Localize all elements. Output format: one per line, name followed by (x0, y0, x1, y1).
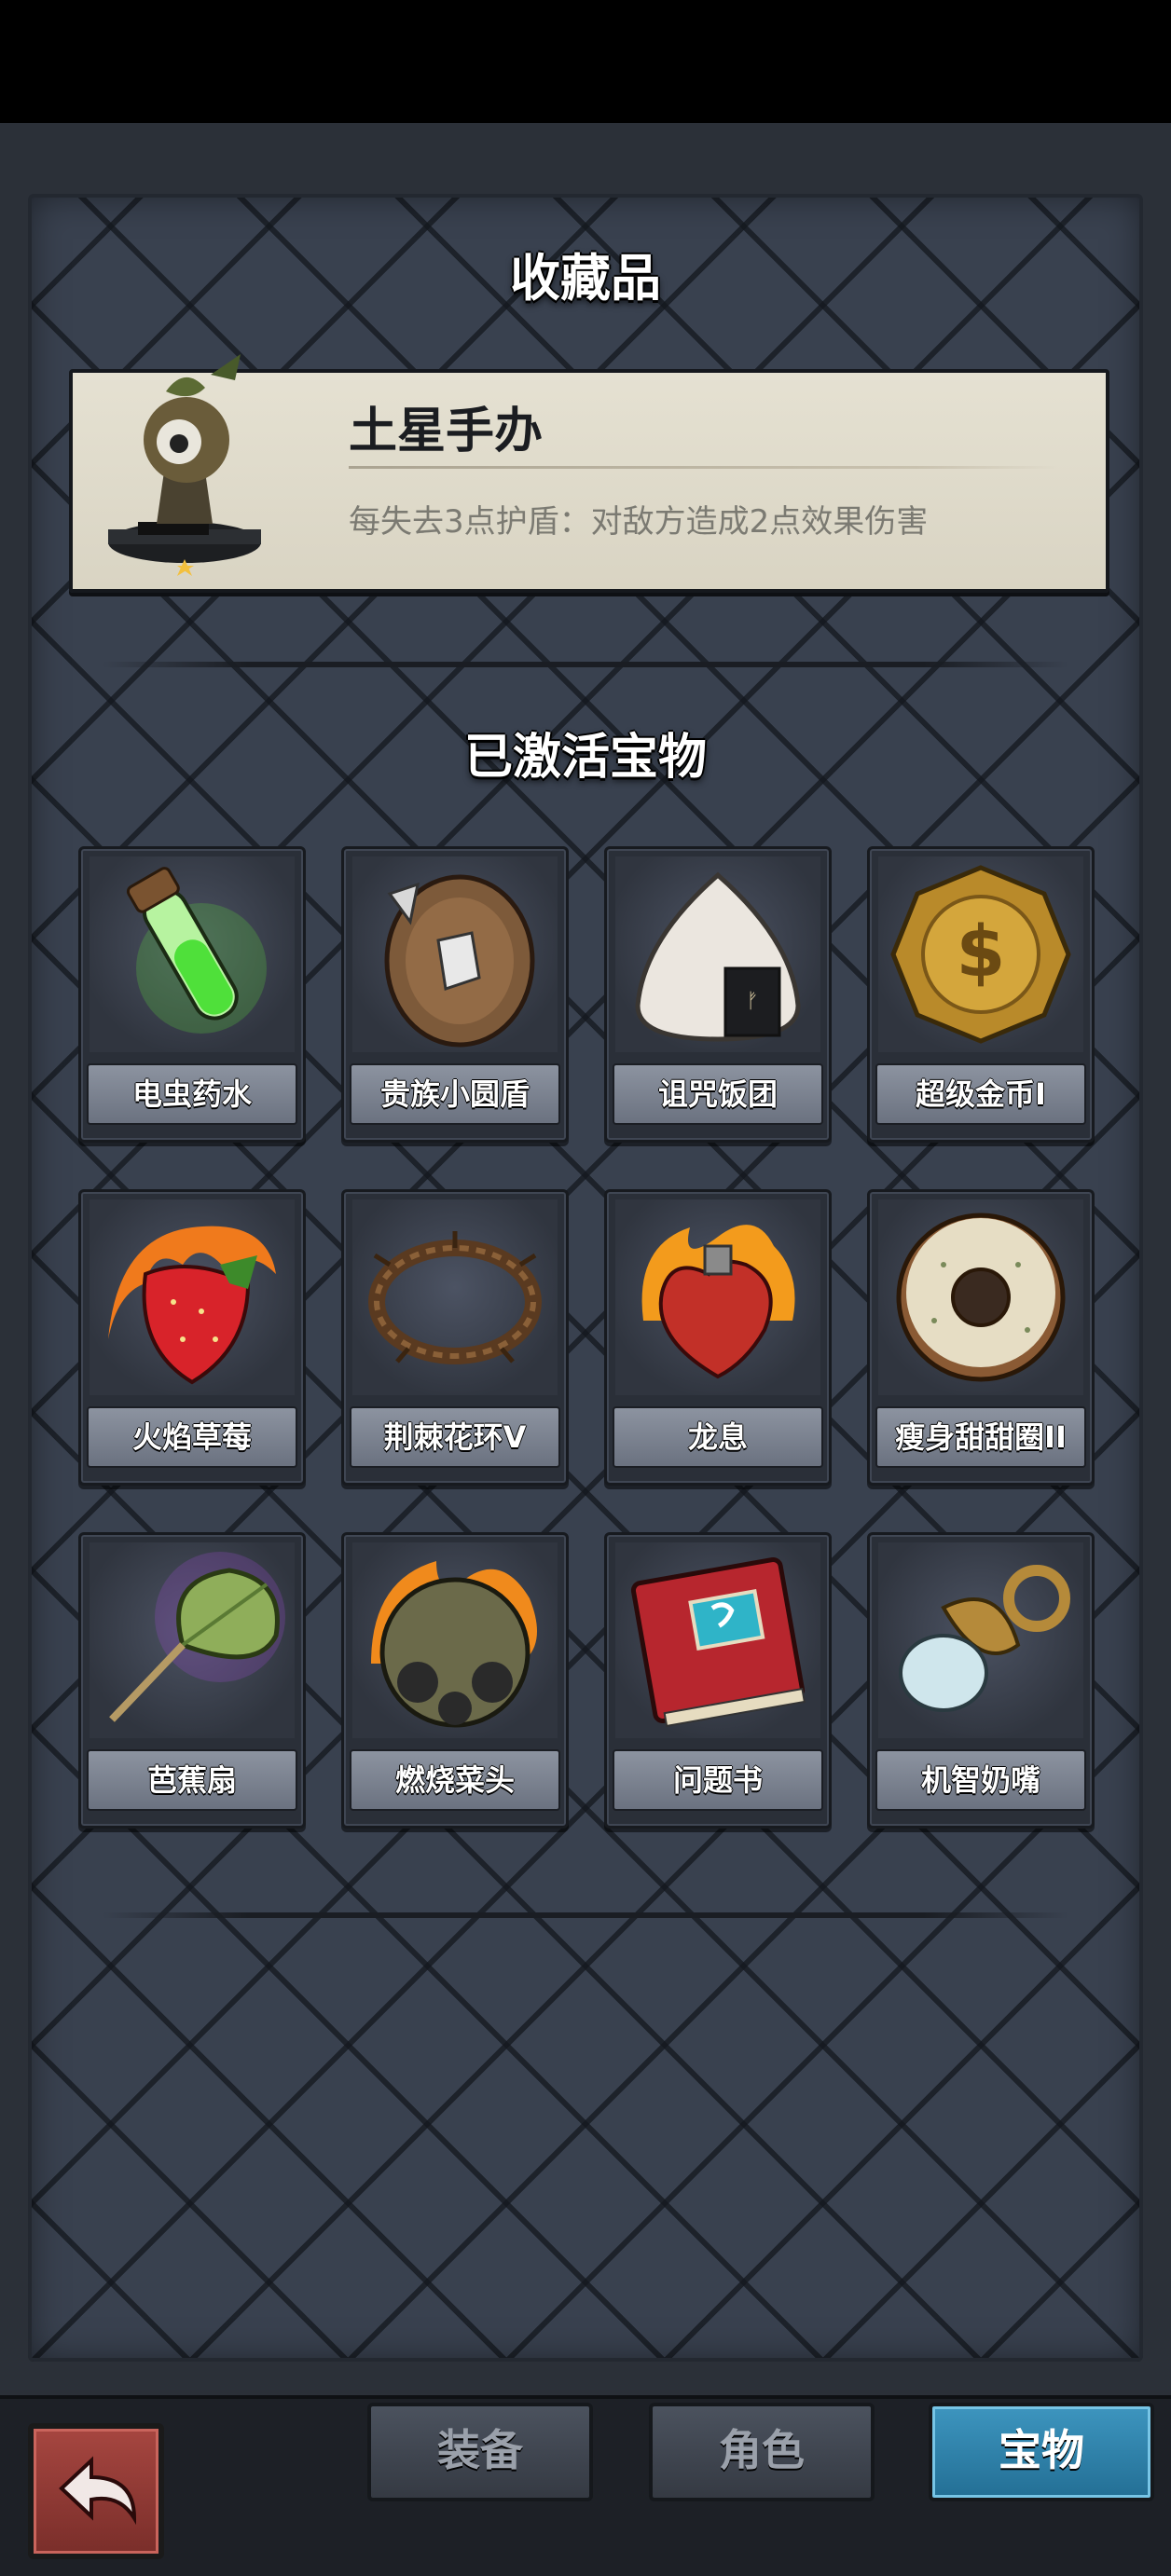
collectible-description: 每失去3点护盾：对敌方造成2点效果伤害 (349, 503, 929, 541)
saturn-figurine-icon (101, 347, 269, 589)
gold-coin-icon: $ (878, 856, 1083, 1052)
burning-heart-icon (615, 1199, 820, 1395)
treasure-label: 燃烧菜头 (350, 1749, 560, 1811)
treasure-item[interactable]: 问题书 (604, 1532, 832, 1829)
bottom-navigation: 装备 角色 宝物 (0, 2395, 1171, 2576)
pacifier-icon (878, 1542, 1083, 1738)
donut-icon (878, 1199, 1083, 1395)
treasure-item[interactable]: 机智奶嘴 (867, 1532, 1095, 1829)
round-shield-icon (352, 856, 558, 1052)
treasure-label: 瘦身甜甜圈II (875, 1406, 1086, 1468)
treasure-label: 龙息 (613, 1406, 823, 1468)
treasure-label: 问题书 (613, 1749, 823, 1811)
treasure-item[interactable]: $ 超级金币I (867, 846, 1095, 1143)
burning-bomb-icon (352, 1542, 558, 1738)
potion-icon (90, 856, 295, 1052)
treasure-label: 机智奶嘴 (875, 1749, 1086, 1811)
treasure-label: 超级金币I (875, 1063, 1086, 1125)
collectible-name: 土星手办 (349, 404, 544, 459)
treasure-item[interactable]: 瘦身甜甜圈II (867, 1189, 1095, 1486)
treasure-label: 荆棘花环V (350, 1406, 560, 1468)
treasure-label: 诅咒饭团 (613, 1063, 823, 1125)
treasure-item[interactable]: ᚠ 诅咒饭团 (604, 846, 832, 1143)
back-button[interactable] (28, 2423, 164, 2559)
treasure-item[interactable]: 龙息 (604, 1189, 832, 1486)
treasure-label: 电虫药水 (87, 1063, 297, 1125)
treasure-label: 芭蕉扇 (87, 1749, 297, 1811)
treasure-item[interactable]: 燃烧菜头 (341, 1532, 569, 1829)
treasures-title: 已激活宝物 (463, 730, 707, 786)
tab-treasure[interactable]: 宝物 (929, 2403, 1154, 2501)
svg-text:ᚠ: ᚠ (746, 990, 758, 1013)
book-icon (615, 1542, 820, 1738)
section-divider-bottom (103, 1912, 1068, 1918)
collectible-card[interactable]: 土星手办 每失去3点护盾：对敌方造成2点效果伤害 (69, 354, 1109, 593)
strawberry-icon (90, 1199, 295, 1395)
back-arrow-icon (59, 2456, 137, 2526)
tab-character[interactable]: 角色 (649, 2403, 875, 2501)
treasure-label: 火焰草莓 (87, 1406, 297, 1468)
tab-equipment[interactable]: 装备 (367, 2403, 593, 2501)
treasure-item[interactable]: 贵族小圆盾 (341, 846, 569, 1143)
treasure-item[interactable]: 荆棘花环V (341, 1189, 569, 1486)
collection-title: 收藏品 (510, 249, 661, 308)
treasure-item[interactable]: 电虫药水 (78, 846, 306, 1143)
treasure-label: 贵族小圆盾 (350, 1063, 560, 1125)
treasure-item[interactable]: 芭蕉扇 (78, 1532, 306, 1829)
rice-ball-icon: ᚠ (615, 856, 820, 1052)
treasure-item[interactable]: 火焰草莓 (78, 1189, 306, 1486)
leaf-fan-icon (90, 1542, 295, 1738)
svg-text:$: $ (957, 910, 1006, 993)
thorn-wreath-icon (352, 1199, 558, 1395)
collectible-divider (349, 466, 1057, 469)
section-divider-top (103, 662, 1068, 667)
